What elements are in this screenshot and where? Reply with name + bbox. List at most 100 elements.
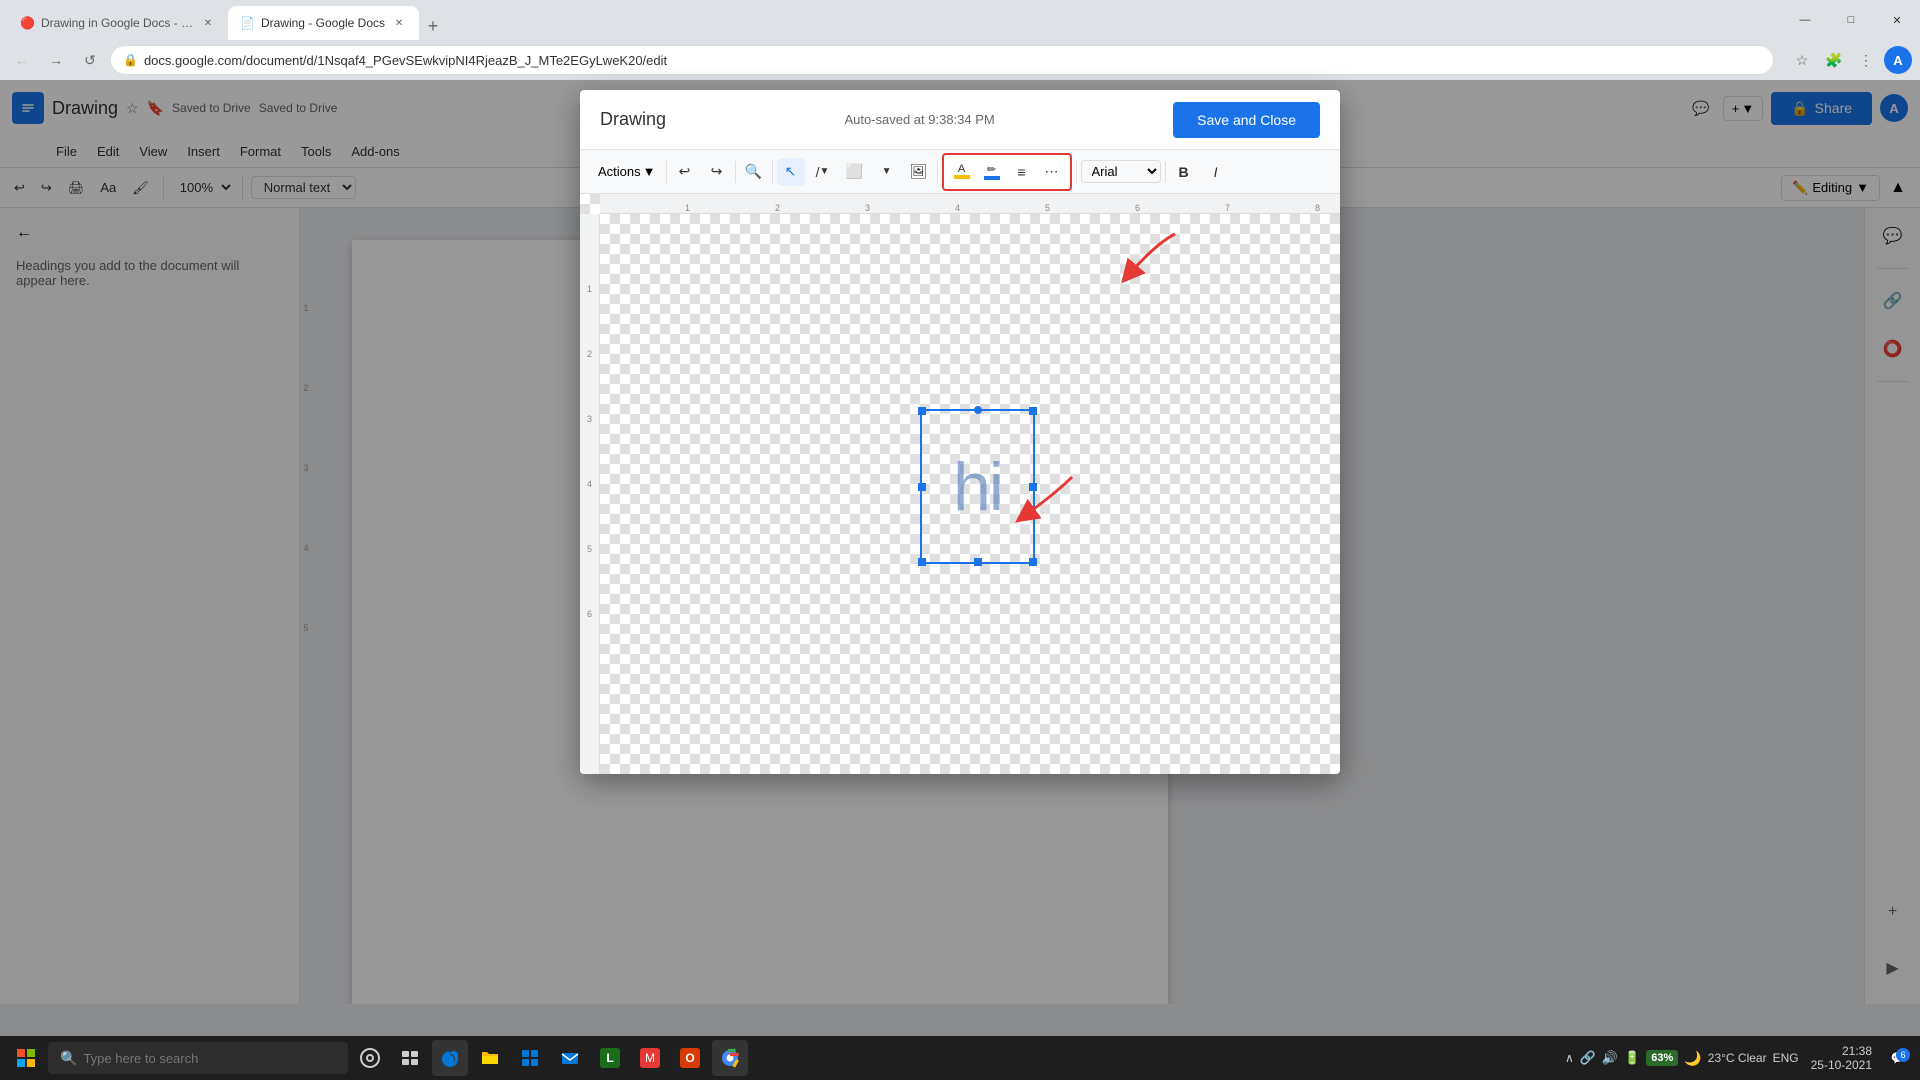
taskbar-office-icon[interactable]: O — [672, 1040, 708, 1076]
clock-display[interactable]: 21:38 25-10-2021 — [1803, 1044, 1880, 1072]
v-ruler-mark-3: 3 — [587, 414, 592, 424]
back-button[interactable]: ← — [8, 46, 36, 74]
start-button[interactable] — [8, 1040, 44, 1076]
actions-dropdown[interactable]: Actions ▼ — [592, 160, 662, 183]
dt-divider-4 — [937, 161, 938, 183]
handle-bottom-left[interactable] — [918, 558, 926, 566]
canvas-content[interactable]: hi — [600, 214, 1340, 774]
dt-divider-5 — [1076, 161, 1077, 183]
ruler-mark-6: 6 — [1135, 203, 1140, 213]
bold-button[interactable]: B — [1170, 158, 1198, 186]
v-ruler-mark-2: 2 — [587, 349, 592, 359]
handle-middle-right[interactable] — [1029, 483, 1037, 491]
taskbar-store-icon[interactable] — [512, 1040, 548, 1076]
tab1-close[interactable]: ✕ — [200, 15, 216, 31]
browser-tab-2[interactable]: 📄 Drawing - Google Docs ✕ — [228, 6, 419, 40]
handle-bottom-center[interactable] — [974, 558, 982, 566]
taskbar-lexis-icon[interactable]: L — [592, 1040, 628, 1076]
taskbar-search-bar[interactable]: 🔍 — [48, 1042, 348, 1074]
autosave-status: Auto-saved at 9:38:34 PM — [666, 111, 1173, 129]
handle-top-right[interactable] — [1029, 407, 1037, 415]
drawing-select-tool[interactable]: ↖ — [777, 158, 805, 186]
drawing-redo-button[interactable]: ↪ — [703, 158, 731, 186]
v-ruler-mark-4: 4 — [587, 479, 592, 489]
drawing-textbox[interactable]: hi — [920, 409, 1035, 564]
ruler-mark-7: 7 — [1225, 203, 1230, 213]
tray-arrow-icon[interactable]: ∧ — [1565, 1051, 1574, 1065]
ruler-mark-8: 8 — [1315, 203, 1320, 213]
taskbar-search-input[interactable] — [83, 1051, 336, 1066]
handle-bottom-right[interactable] — [1029, 558, 1037, 566]
border-weight-button[interactable]: ≡ — [1008, 158, 1036, 186]
drawing-canvas[interactable]: 1 2 3 4 5 6 7 8 1 2 3 4 — [580, 194, 1340, 774]
vertical-ruler: 1 2 3 4 5 6 — [580, 214, 600, 774]
handle-middle-left[interactable] — [918, 483, 926, 491]
drawing-zoom-button[interactable]: 🔍 — [740, 158, 768, 186]
drawing-image-tool[interactable]: 🖼 — [905, 158, 933, 186]
address-bar[interactable]: 🔒 docs.google.com/document/d/1Nsqaf4_PGe… — [110, 45, 1774, 75]
tab2-favicon: 📄 — [240, 16, 255, 30]
taskbar-edge-icon[interactable] — [432, 1040, 468, 1076]
v-ruler-mark-1: 1 — [587, 284, 592, 294]
bookmark-button[interactable]: ☆ — [1788, 46, 1816, 74]
close-button[interactable]: ✕ — [1874, 0, 1920, 40]
notification-badge: 6 — [1896, 1048, 1910, 1062]
shape-arrow: ▼ — [882, 166, 892, 177]
battery-indicator: 63% — [1646, 1050, 1678, 1066]
browser-tab-1[interactable]: 🔴 Drawing in Google Docs - Googl... ✕ — [8, 6, 228, 40]
tab2-title: Drawing - Google Docs — [261, 16, 385, 30]
drawing-dialog-title: Drawing — [600, 109, 666, 130]
taskbar-chrome-icon[interactable] — [712, 1040, 748, 1076]
extensions-button[interactable]: 🧩 — [1820, 46, 1848, 74]
tab2-close[interactable]: ✕ — [391, 15, 407, 31]
textbox-content: hi — [922, 411, 1033, 562]
ruler-mark-4: 4 — [955, 203, 960, 213]
dt-divider-6 — [1165, 161, 1166, 183]
ruler-mark-2: 2 — [775, 203, 780, 213]
ruler-mark-5: 5 — [1045, 203, 1050, 213]
tab1-favicon: 🔴 — [20, 16, 35, 30]
fill-color-button[interactable]: A — [948, 158, 976, 186]
save-and-close-button[interactable]: Save and Close — [1173, 102, 1320, 138]
maximize-button[interactable]: □ — [1828, 0, 1874, 40]
dt-divider-1 — [666, 161, 667, 183]
taskbar-multidesktop[interactable] — [392, 1040, 428, 1076]
taskbar-search-circle[interactable] — [352, 1040, 388, 1076]
time-text: 21:38 — [1811, 1044, 1872, 1058]
handle-top-center[interactable] — [974, 406, 982, 414]
drawing-shape-tool[interactable]: ⬜ — [841, 158, 869, 186]
taskbar-antivirus-icon[interactable]: M — [632, 1040, 668, 1076]
forward-button[interactable]: → — [42, 46, 70, 74]
volume-icon[interactable]: 🔊 — [1602, 1050, 1618, 1066]
actions-arrow: ▼ — [643, 164, 656, 179]
drawing-dialog-header: Drawing Auto-saved at 9:38:34 PM Save an… — [580, 90, 1340, 150]
drawing-undo-button[interactable]: ↩ — [671, 158, 699, 186]
border-color-button[interactable]: ✏ — [978, 158, 1006, 186]
italic-button[interactable]: I — [1202, 158, 1230, 186]
handle-top-left[interactable] — [918, 407, 926, 415]
weather-icon: 🌙 — [1684, 1050, 1701, 1067]
network-icon[interactable]: 🔗 — [1580, 1050, 1596, 1066]
ruler-mark-1: 1 — [685, 203, 690, 213]
tab1-title: Drawing in Google Docs - Googl... — [41, 16, 194, 30]
minimize-button[interactable]: — — [1782, 0, 1828, 40]
font-select[interactable]: Arial — [1081, 160, 1161, 183]
drawing-shape-arrow-tool[interactable]: ▼ — [873, 158, 901, 186]
date-text: 25-10-2021 — [1811, 1058, 1872, 1072]
notification-center-button[interactable]: 💬 6 — [1884, 1044, 1912, 1072]
new-tab-button[interactable]: + — [419, 12, 447, 40]
battery-icon[interactable]: 🔋 — [1624, 1050, 1640, 1066]
line-arrow: ▼ — [820, 166, 830, 177]
language-indicator: ENG — [1773, 1051, 1799, 1065]
ssl-lock-icon: 🔒 — [123, 53, 138, 67]
reload-button[interactable]: ↺ — [76, 46, 104, 74]
taskbar-mail-icon[interactable] — [552, 1040, 588, 1076]
more-button[interactable]: ⋮ — [1852, 46, 1880, 74]
taskbar-explorer-icon[interactable] — [472, 1040, 508, 1076]
search-icon: 🔍 — [60, 1050, 77, 1067]
drawing-line-tool[interactable]: / ▼ — [809, 158, 837, 186]
profile-button[interactable]: A — [1884, 46, 1912, 74]
system-tray: ∧ 🔗 🔊 🔋 63% 🌙 23°C Clear ENG — [1565, 1050, 1799, 1067]
actions-label: Actions — [598, 164, 641, 179]
border-dash-button[interactable]: ⋯ — [1038, 158, 1066, 186]
